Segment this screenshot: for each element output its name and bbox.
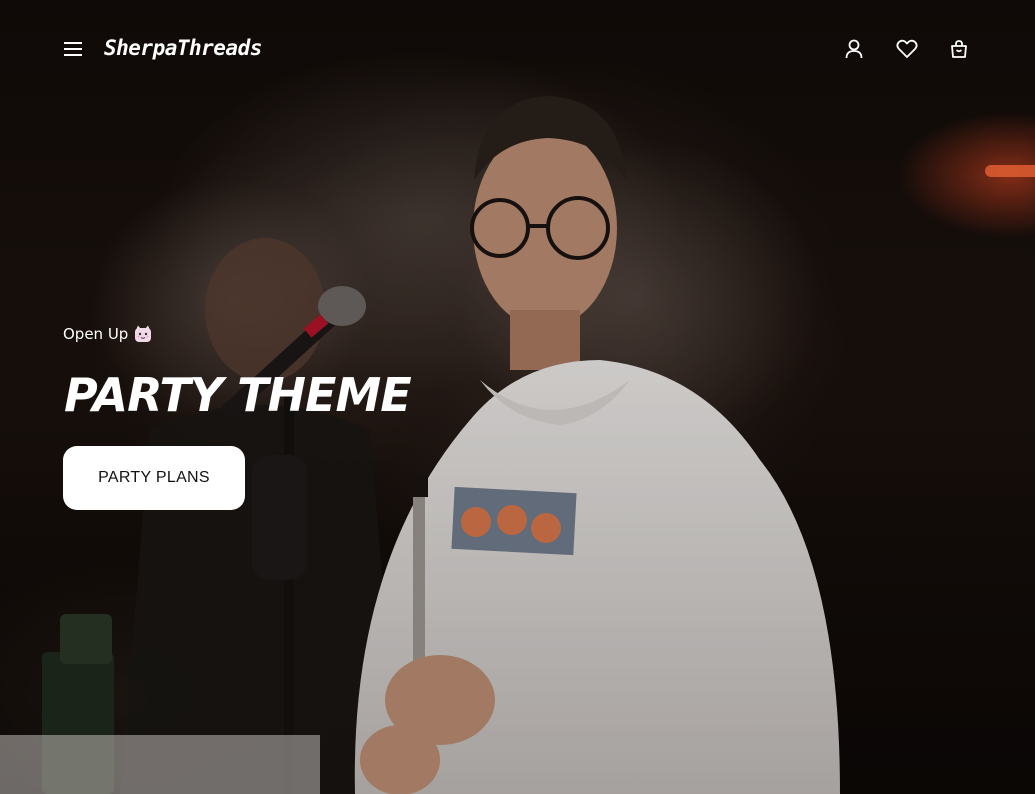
- site-header: SherpaThreads: [0, 0, 1035, 100]
- heart-icon[interactable]: [896, 38, 918, 60]
- hero-eyebrow: Open Up: [63, 325, 152, 343]
- party-plans-button[interactable]: PARTY PLANS: [63, 446, 245, 510]
- shopping-bag-icon[interactable]: [948, 38, 970, 60]
- cat-face-emoji-icon: [134, 325, 152, 343]
- site-logo[interactable]: SherpaThreads: [104, 36, 262, 60]
- hero-headline: PARTY THEME: [64, 368, 412, 422]
- hero-section: SherpaThreads Open Up PARTY THEME PARTY …: [0, 0, 1035, 794]
- hamburger-menu-icon[interactable]: [63, 39, 83, 59]
- hero-eyebrow-text: Open Up: [63, 325, 129, 343]
- user-icon[interactable]: [843, 38, 865, 60]
